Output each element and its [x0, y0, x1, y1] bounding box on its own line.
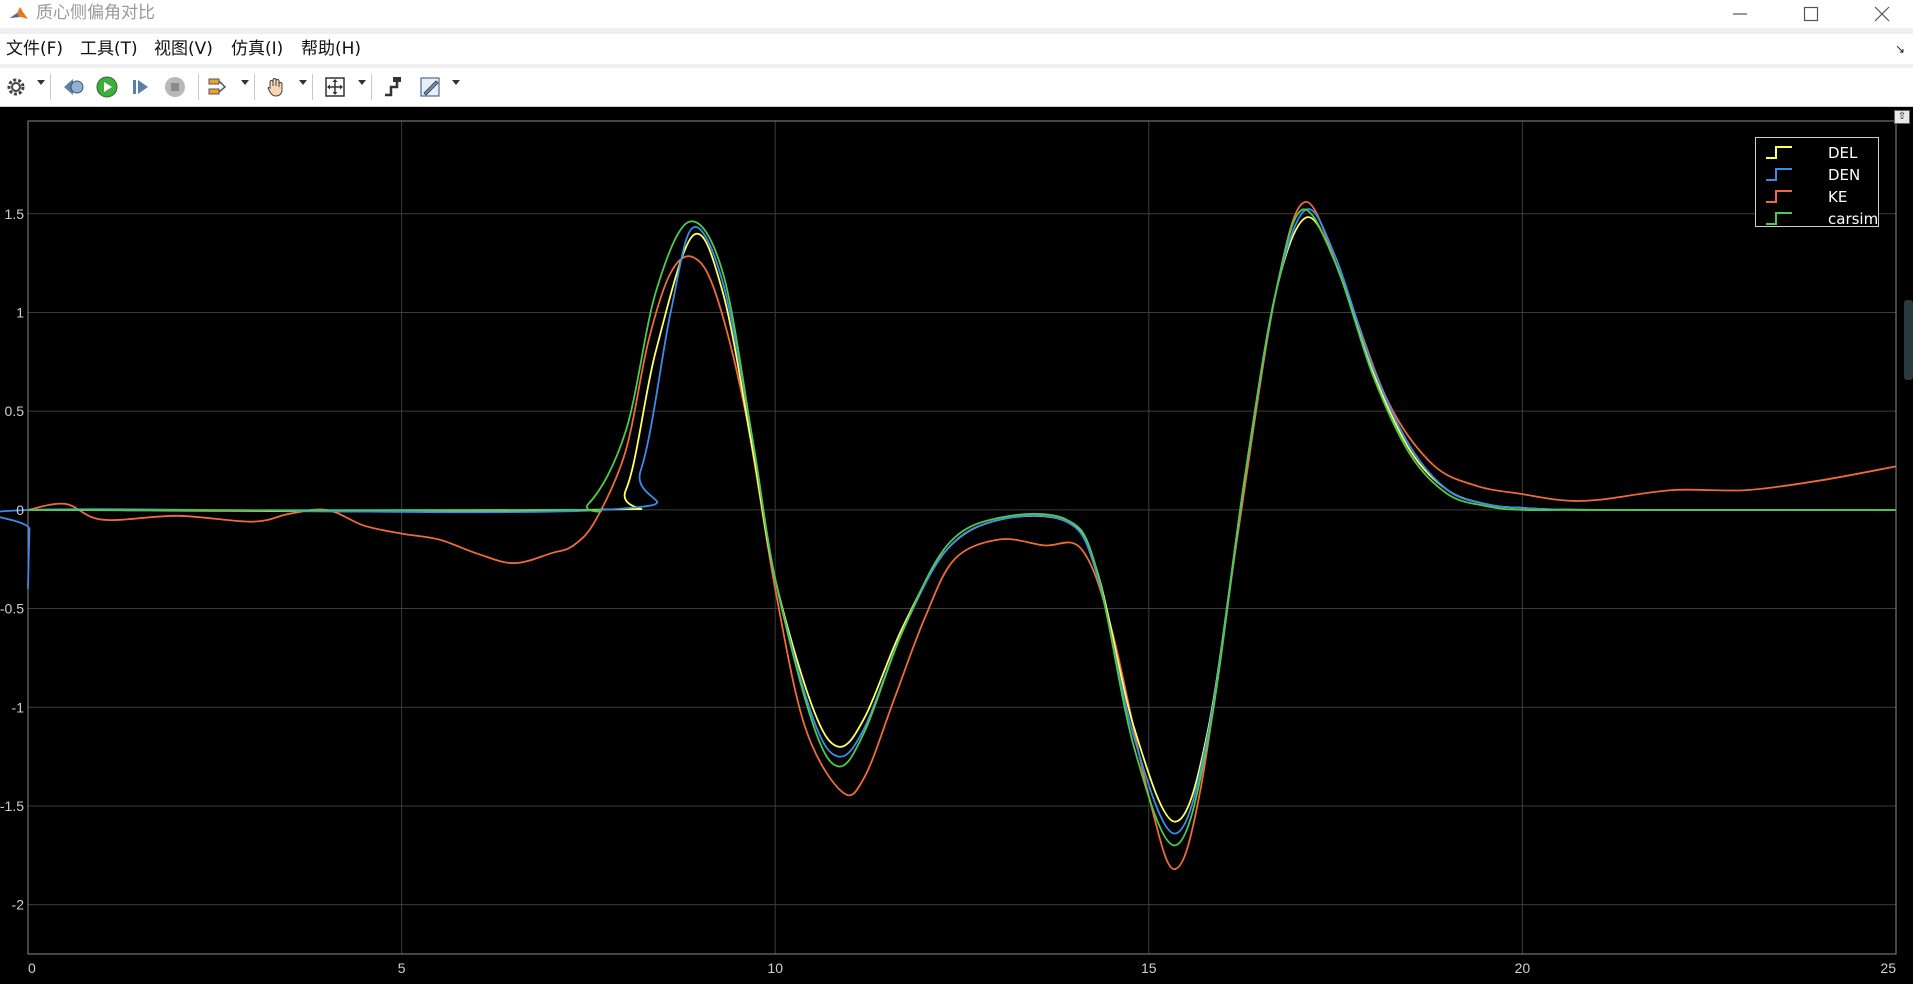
settings-gear-icon [7, 78, 25, 96]
x-tick-label: 5 [398, 960, 406, 976]
y-tick-label: 1.5 [5, 206, 25, 222]
signal-highlight-button[interactable] [204, 73, 232, 101]
legend-item-den[interactable]: DEN [1756, 164, 1880, 184]
toolbar-separator [50, 74, 51, 100]
triggers-dropdown-icon[interactable] [452, 80, 460, 85]
cursor-measure-button[interactable] [379, 73, 407, 101]
step-forward-button[interactable] [126, 73, 156, 101]
legend-del-line-icon [1766, 146, 1792, 159]
triggers-icon [420, 77, 440, 97]
legend-item-carsim[interactable]: carsim [1756, 208, 1880, 228]
settings-dropdown-icon[interactable] [37, 80, 45, 85]
x-tick-label: 15 [1141, 960, 1157, 976]
axes-frame [27, 120, 1897, 955]
minimize-button[interactable] [1710, 0, 1770, 28]
legend-ke-line-icon [1766, 190, 1792, 203]
y-tick-label: 0 [16, 502, 24, 518]
minimize-icon [1733, 13, 1747, 15]
menu-help[interactable]: 帮助(H) [301, 38, 361, 60]
step-back-button[interactable] [58, 73, 88, 101]
x-tick-label: 25 [1880, 960, 1896, 976]
settings-button[interactable] [3, 73, 29, 101]
toolbar-separator [254, 74, 255, 100]
close-button[interactable] [1852, 0, 1912, 28]
x-tick-label: 0 [28, 960, 36, 976]
scope-chart[interactable]: 0 5 10 15 20 25 1.5 1 0.5 0 -0.5 -1 -1.5 -2 [0, 107, 1913, 984]
step-forward-icon [133, 80, 148, 94]
series-line-carsim [27, 208, 1897, 847]
y-tick-label: 1 [16, 304, 24, 320]
cursor-measure-icon [385, 77, 401, 97]
toolbar [0, 68, 1913, 107]
y-tick-label: -2 [12, 897, 25, 913]
series-layer [0, 201, 1897, 870]
legend-label-carsim: carsim [1828, 210, 1879, 228]
toolbar-separator [371, 74, 372, 100]
legend-item-del[interactable]: DEL [1756, 142, 1880, 162]
run-button[interactable] [92, 73, 122, 101]
menu-file[interactable]: 文件(F) [6, 38, 63, 60]
matlab-logo-icon [10, 7, 28, 19]
triggers-button[interactable] [415, 73, 445, 101]
tick-labels: 0 5 10 15 20 25 1.5 1 0.5 0 -0.5 -1 -1.5 -2 [0, 206, 1896, 976]
zoom-fit-icon [325, 77, 345, 97]
pan-button[interactable] [262, 73, 290, 101]
undock-arrow-icon[interactable]: ↘ [1895, 42, 1905, 56]
signal-highlight-icon [208, 78, 227, 95]
window-title-bar: 质心侧偏角对比 [0, 0, 1913, 28]
menu-simulation[interactable]: 仿真(I) [231, 38, 283, 60]
pan-dropdown-icon[interactable] [299, 80, 307, 85]
stop-icon [165, 77, 185, 97]
window-title: 质心侧偏角对比 [36, 3, 155, 23]
legend-item-ke[interactable]: KE [1756, 186, 1880, 206]
x-tick-label: 10 [767, 960, 783, 976]
signal-dropdown-icon[interactable] [241, 80, 249, 85]
close-icon [1874, 6, 1890, 22]
y-tick-label: 0.5 [5, 403, 25, 419]
y-tick-label: -1.5 [0, 798, 24, 814]
maximize-icon [1803, 6, 1819, 22]
restore-axes-button[interactable]: ⇧ [1894, 110, 1910, 124]
side-panel-handle[interactable] [1904, 300, 1913, 380]
maximize-button[interactable] [1781, 0, 1841, 28]
zoom-fit-button[interactable] [320, 73, 350, 101]
legend-label-ke: KE [1828, 188, 1848, 206]
y-tick-label: -1 [12, 699, 25, 715]
menu-view[interactable]: 视图(V) [154, 38, 213, 60]
series-line-den [0, 208, 1897, 835]
step-back-icon [64, 79, 84, 95]
legend[interactable]: DEL DEN KE carsim [1755, 137, 1880, 228]
legend-label-den: DEN [1828, 166, 1861, 184]
legend-carsim-line-icon [1766, 212, 1792, 225]
legend-den-line-icon [1766, 168, 1792, 181]
x-tick-label: 20 [1515, 960, 1531, 976]
toolbar-separator [312, 74, 313, 100]
stop-button[interactable] [160, 73, 190, 101]
run-icon [96, 76, 118, 98]
zoom-dropdown-icon[interactable] [358, 80, 366, 85]
grid-layer [28, 121, 1896, 954]
menu-tools[interactable]: 工具(T) [80, 38, 138, 60]
legend-label-del: DEL [1828, 144, 1858, 162]
pan-icon [267, 78, 283, 97]
scope-plot-area[interactable]: 0 5 10 15 20 25 1.5 1 0.5 0 -0.5 -1 -1.5 -2 [0, 107, 1913, 984]
series-line-del [27, 216, 1897, 823]
menu-bar: 文件(F) 工具(T) 视图(V) 仿真(I) 帮助(H) ↘ [0, 34, 1913, 64]
y-tick-label: -0.5 [0, 601, 24, 617]
toolbar-separator [198, 74, 199, 100]
